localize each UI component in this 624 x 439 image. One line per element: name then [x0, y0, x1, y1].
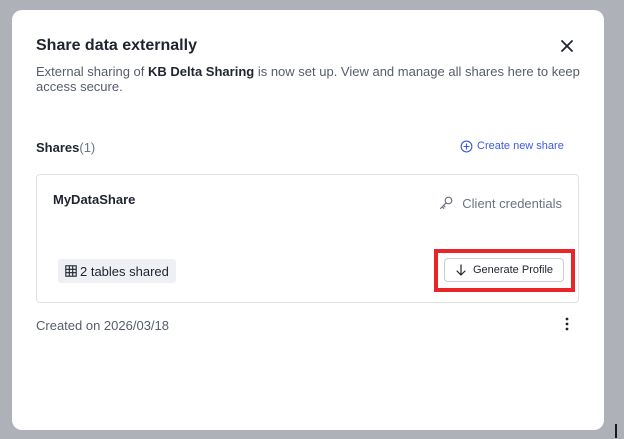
generate-profile-label: Generate Profile [472, 264, 554, 276]
dialog-description: External sharing of KB Delta Sharing is … [36, 64, 584, 94]
table-icon [65, 265, 77, 277]
plus-circle-icon [460, 140, 473, 152]
tables-shared-label: 2 tables shared [80, 263, 169, 279]
close-icon[interactable] [559, 38, 575, 54]
shares-count: (1) [79, 140, 96, 155]
client-credentials-link[interactable]: Client credentials [438, 195, 562, 211]
shares-heading: Shares(1) [36, 140, 95, 155]
tables-shared-badge: 2 tables shared [58, 259, 176, 283]
more-vertical-icon[interactable] [561, 316, 573, 332]
description-text-start: External sharing of [36, 64, 149, 79]
dialog-title: Share data externally [36, 37, 197, 54]
create-new-share-link[interactable]: Create new share [460, 137, 564, 155]
description-bold: KB Delta Sharing [148, 64, 255, 79]
client-credentials-label: Client credentials [462, 195, 562, 211]
text-cursor [615, 424, 617, 438]
arrow-down-icon [456, 264, 466, 276]
created-date: Created on 2026/03/18 [36, 318, 169, 333]
shares-label: Shares [36, 140, 80, 155]
generate-profile-button[interactable]: Generate Profile [444, 258, 564, 282]
share-name: MyDataShare [53, 192, 136, 207]
share-dialog: Share data externally External sharing o… [12, 10, 604, 430]
share-card: MyDataShare Client credentials 2 tables … [36, 174, 579, 303]
create-new-share-label: Create new share [477, 140, 564, 152]
key-icon [440, 196, 453, 210]
